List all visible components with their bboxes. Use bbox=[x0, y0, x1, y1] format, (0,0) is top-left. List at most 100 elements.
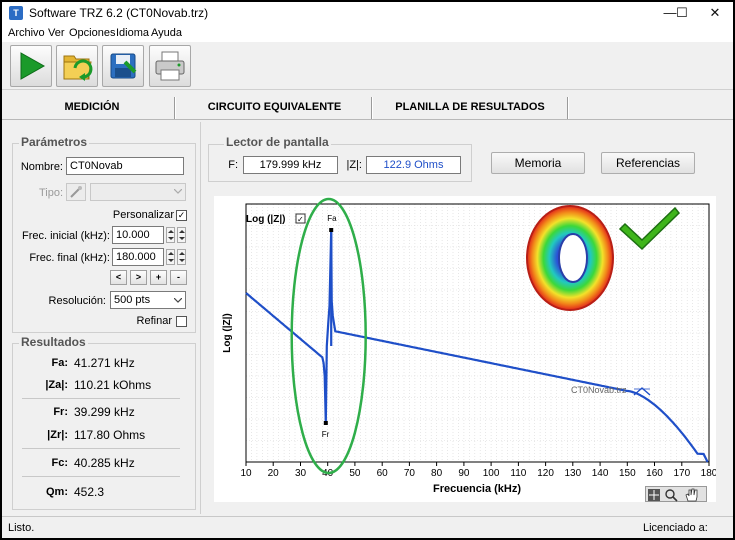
resultados-title: Resultados bbox=[19, 335, 88, 349]
fc-label: Fc: bbox=[51, 457, 69, 469]
z-readout: 122.9 Ohms bbox=[366, 156, 461, 174]
log-label: Log (|Z|) bbox=[246, 214, 285, 225]
zr-label: |Zr|: bbox=[47, 429, 68, 441]
x-tick-label: 130 bbox=[564, 468, 581, 479]
shift-left-button[interactable]: < bbox=[110, 270, 127, 285]
lector-title: Lector de pantalla bbox=[224, 135, 331, 149]
curve-file-label: CT0Novab.trz bbox=[571, 385, 627, 395]
zoom-in-button[interactable]: + bbox=[150, 270, 167, 285]
x-axis-label: Frecuencia (kHz) bbox=[433, 483, 521, 495]
log-checkbox-mark: ✓ bbox=[297, 215, 304, 224]
frec-inicial-spinner[interactable] bbox=[166, 227, 175, 243]
parametros-title: Parámetros bbox=[19, 135, 90, 149]
status-text: Listo. bbox=[8, 522, 35, 534]
zoom-out-button[interactable]: - bbox=[170, 270, 187, 285]
chevron-down-icon bbox=[174, 298, 182, 303]
frec-inicial-input[interactable]: 10.000 bbox=[112, 226, 164, 244]
zoom-tool-icon[interactable] bbox=[665, 489, 678, 502]
transducer-ring-image bbox=[526, 205, 614, 311]
play-icon bbox=[20, 52, 46, 80]
app-icon: T bbox=[9, 6, 23, 20]
title-bar: T Software TRZ 6.2 (CT0Novab.trz) — ☐ ✕ bbox=[2, 2, 733, 24]
refinar-checkbox[interactable] bbox=[176, 316, 187, 327]
status-bar: Listo. Licenciado a: bbox=[2, 516, 733, 538]
zr-value: 117.80 Ohms bbox=[74, 428, 146, 442]
tab-underline bbox=[2, 119, 733, 120]
f-label: F: bbox=[228, 159, 238, 171]
qm-value: 452.3 bbox=[74, 485, 105, 499]
fr-marker-point bbox=[323, 421, 328, 425]
fr-label: Fr: bbox=[53, 406, 68, 418]
y-axis-label: Log (|Z|) bbox=[222, 313, 233, 352]
x-tick-label: 50 bbox=[349, 468, 361, 479]
tipo-select[interactable] bbox=[90, 183, 186, 201]
open-button[interactable] bbox=[56, 45, 98, 87]
window-title: Software TRZ 6.2 (CT0Novab.trz) bbox=[29, 6, 209, 20]
pan-hand-icon[interactable] bbox=[685, 488, 698, 502]
tab-planilla-de-resultados[interactable]: PLANILLA DE RESULTADOS bbox=[374, 95, 566, 119]
x-tick-label: 70 bbox=[404, 468, 416, 479]
tipo-label: Tipo: bbox=[38, 187, 63, 199]
toolbar bbox=[2, 42, 733, 90]
menu-ver[interactable]: Ver bbox=[48, 27, 65, 39]
fa-value: 41.271 kHz bbox=[74, 356, 135, 370]
menu-idioma[interactable]: Idioma bbox=[116, 27, 149, 39]
magic-wand-icon bbox=[70, 186, 82, 198]
impedance-plot[interactable]: 10 20 30 40 50 60 70 80 90 100 110 120 130 140 150 160 1… bbox=[214, 196, 716, 502]
plot-tools bbox=[645, 486, 707, 502]
f-readout: 179.999 kHz bbox=[243, 156, 338, 174]
resolucion-select[interactable]: 500 pts bbox=[110, 291, 186, 309]
personalizar-checkbox[interactable]: ✓ bbox=[176, 210, 187, 221]
frec-inicial-label: Frec. inicial (kHz): bbox=[21, 230, 110, 242]
play-button[interactable] bbox=[10, 45, 52, 87]
memoria-button[interactable]: Memoria bbox=[491, 152, 585, 174]
fa-label: Fa: bbox=[51, 357, 69, 369]
personalizar-label: Personalizar bbox=[112, 209, 174, 221]
x-tick-label: 80 bbox=[431, 468, 443, 479]
referencias-button[interactable]: Referencias bbox=[601, 152, 695, 174]
refinar-label: Refinar bbox=[136, 315, 172, 327]
tab-separator bbox=[174, 97, 176, 119]
frec-final-input[interactable]: 180.000 bbox=[112, 248, 164, 266]
print-button[interactable] bbox=[149, 45, 191, 87]
results-separator bbox=[22, 476, 180, 477]
results-separator bbox=[22, 448, 180, 449]
menu-archivo[interactable]: Archivo bbox=[8, 27, 45, 39]
tab-separator bbox=[567, 97, 569, 119]
x-tick-label: 60 bbox=[377, 468, 389, 479]
fa-marker-point bbox=[329, 228, 334, 232]
fc-value: 40.285 kHz bbox=[74, 456, 135, 470]
qm-label: Qm: bbox=[46, 486, 68, 498]
frec-inicial-spinner-fine[interactable] bbox=[177, 227, 186, 243]
menu-ayuda[interactable]: Ayuda bbox=[151, 27, 182, 39]
tipo-wand-button[interactable] bbox=[66, 183, 86, 201]
resolucion-value: 500 pts bbox=[114, 294, 151, 306]
crosshair-icon[interactable] bbox=[648, 489, 660, 501]
x-tick-label: 180 bbox=[701, 468, 716, 479]
results-separator bbox=[22, 398, 180, 399]
fr-marker-label: Fr bbox=[322, 430, 330, 439]
fr-value: 39.299 kHz bbox=[74, 405, 135, 419]
za-label: |Za|: bbox=[45, 379, 68, 391]
frec-final-label: Frec. final (kHz): bbox=[29, 252, 110, 264]
frec-final-spinner-fine[interactable] bbox=[177, 249, 186, 265]
panel-divider bbox=[200, 122, 201, 514]
z-label: |Z|: bbox=[346, 159, 363, 171]
x-tick-label: 20 bbox=[268, 468, 280, 479]
x-tick-label: 110 bbox=[510, 468, 526, 479]
shift-right-button[interactable]: > bbox=[130, 270, 147, 285]
x-tick-label: 30 bbox=[295, 468, 307, 479]
open-folder-icon bbox=[63, 55, 93, 81]
x-tick-label: 120 bbox=[537, 468, 554, 479]
nombre-input[interactable]: CT0Novab bbox=[66, 157, 184, 175]
frec-final-spinner[interactable] bbox=[166, 249, 175, 265]
menu-opciones[interactable]: Opciones bbox=[69, 27, 115, 39]
tab-medicion[interactable]: MEDICIÓN bbox=[12, 95, 172, 119]
x-tick-label: 100 bbox=[483, 468, 500, 479]
close-button[interactable]: ✕ bbox=[692, 2, 733, 24]
save-icon bbox=[110, 53, 137, 79]
menu-bar: Archivo Ver Opciones Idioma Ayuda bbox=[2, 24, 733, 42]
tab-circuito-equivalente[interactable]: CIRCUITO EQUIVALENTE bbox=[177, 95, 372, 119]
save-button[interactable] bbox=[102, 45, 144, 87]
x-tick-label: 10 bbox=[240, 468, 252, 479]
